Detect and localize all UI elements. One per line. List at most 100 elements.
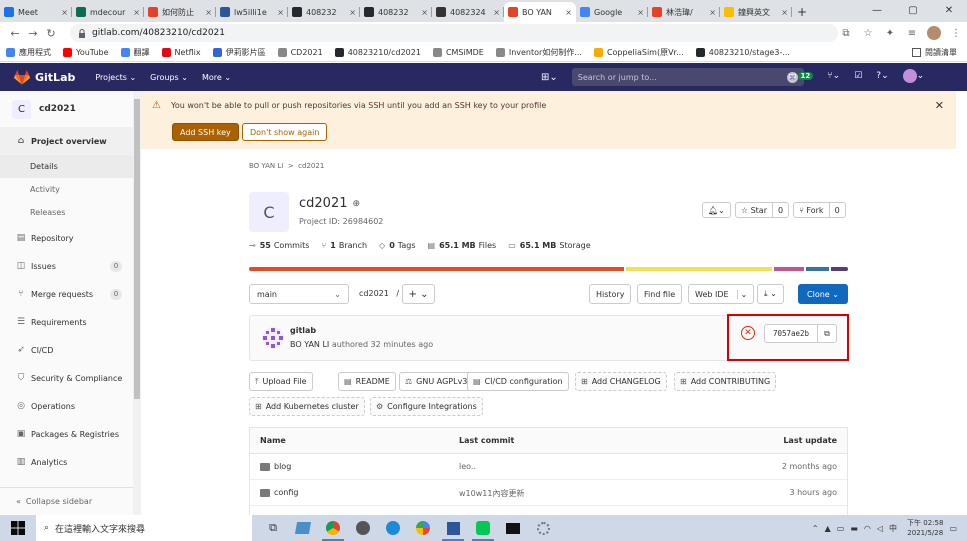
bookmark-item[interactable]: 翻譯 xyxy=(120,47,150,58)
close-tab-icon[interactable]: × xyxy=(781,8,788,17)
terminal-icon[interactable] xyxy=(498,515,528,541)
bookmark-item[interactable]: 40823210/stage3-... xyxy=(695,48,790,57)
fork-button[interactable]: ⑂ Fork 0 xyxy=(793,202,846,218)
file-last-commit[interactable]: w10w11內容更新 xyxy=(459,488,524,499)
bookmark-item[interactable]: 40823210/cd2021 xyxy=(334,48,421,57)
sidebar-scrollbar[interactable] xyxy=(133,91,141,515)
web-ide-button[interactable]: Web IDE ⌄ xyxy=(688,284,755,304)
nav-groups[interactable]: Groups ⌄ xyxy=(150,73,188,82)
close-tab-icon[interactable]: × xyxy=(709,8,716,17)
taskbar-app-icon[interactable] xyxy=(528,515,558,541)
taskbar-search[interactable]: ⌕ 在這裡輸入文字來搜尋 xyxy=(36,515,252,541)
bookmark-item[interactable]: CD2021 xyxy=(277,48,323,57)
chrome-icon[interactable] xyxy=(318,515,348,541)
add-kubernetes-cluster-button[interactable]: ⊞ Add Kubernetes cluster xyxy=(249,397,365,416)
word-icon[interactable] xyxy=(438,515,468,541)
issues-header-icon[interactable]: ▭ 12 xyxy=(788,71,814,81)
sidebar-item-security-compliance[interactable]: ⛉ Security & Compliance xyxy=(0,364,140,392)
sidebar-project[interactable]: C cd2021 xyxy=(0,91,140,127)
bookmark-item[interactable]: 應用程式 xyxy=(6,47,51,58)
sidebar-sub-activity[interactable]: Activity xyxy=(0,178,140,201)
close-tab-icon[interactable]: × xyxy=(205,8,212,17)
add-changelog-button[interactable]: ⊞ Add CHANGELOG xyxy=(575,372,667,391)
profile-avatar[interactable] xyxy=(923,24,945,42)
file-name-cell[interactable]: blog xyxy=(260,462,291,471)
browser-tab[interactable]: lw5illi1e × xyxy=(216,2,288,22)
find-file-button[interactable]: Find file xyxy=(637,284,683,304)
help-icon[interactable]: ?⌄ xyxy=(876,71,888,81)
sidebar-item-project-overview[interactable]: ⌂ Project overview xyxy=(0,127,140,155)
breadcrumb-owner[interactable]: BO YAN LI xyxy=(249,162,283,170)
new-plus-icon[interactable]: ⊞⌄ xyxy=(541,72,558,83)
close-tab-icon[interactable]: × xyxy=(277,8,284,17)
stat-storage[interactable]: ▭ 65.1 MB Storage xyxy=(508,241,590,250)
close-tab-icon[interactable]: × xyxy=(349,8,356,17)
translate-icon[interactable]: ⧉ xyxy=(835,24,857,42)
new-tab-icon[interactable]: + xyxy=(792,2,812,22)
upload-file-button[interactable]: ⤒ Upload File xyxy=(249,372,313,391)
bookmark-item[interactable]: CoppeliaSim(原Vr... xyxy=(593,47,684,58)
add-to-tree-button[interactable]: + ⌄ xyxy=(402,284,435,304)
network-icon[interactable]: ▭ xyxy=(837,524,845,533)
browser-tab[interactable]: BO YAN × xyxy=(504,2,576,22)
commit-author[interactable]: BO YAN LI xyxy=(290,340,329,349)
reading-list-icon[interactable]: ≡ xyxy=(901,24,923,42)
file-name-cell[interactable]: config xyxy=(260,488,298,497)
back-icon[interactable]: ← xyxy=(6,27,24,40)
collapse-sidebar-button[interactable]: « Collapse sidebar xyxy=(0,487,140,515)
address-bar[interactable]: gitlab.com/40823210/cd2021 xyxy=(70,24,838,42)
add-ssh-key-button[interactable]: Add SSH key xyxy=(172,123,239,141)
taskbar-app-icon[interactable] xyxy=(288,515,318,541)
path-root[interactable]: cd2021 xyxy=(359,289,389,298)
sidebar-item-packages-registries[interactable]: ▣ Packages & Registries xyxy=(0,420,140,448)
ime-icon[interactable]: 中 xyxy=(889,523,897,534)
close-tab-icon[interactable]: × xyxy=(637,8,644,17)
taskbar-clock[interactable]: 下午 02:58 2021/5/28 xyxy=(907,518,943,538)
language-segment[interactable] xyxy=(626,267,772,271)
stat-branch[interactable]: ⑂ 1 Branch xyxy=(321,241,367,250)
todo-icon[interactable]: ☑ xyxy=(854,71,862,81)
sidebar-item-merge-requests[interactable]: ⑂ Merge requests 0 xyxy=(0,280,140,308)
tray-chevron-icon[interactable]: ⌃ xyxy=(812,524,819,533)
nav-projects[interactable]: Projects ⌄ xyxy=(95,73,136,82)
bookmark-item[interactable]: 伊莉影片區 xyxy=(212,47,266,58)
maximize-icon[interactable]: ▢ xyxy=(895,0,931,20)
windows-start-icon[interactable] xyxy=(0,515,36,541)
task-view-icon[interactable]: ⧉ xyxy=(258,515,288,541)
table-row[interactable]: config w10w11內容更新 3 hours ago xyxy=(250,480,847,506)
close-window-icon[interactable]: ✕ xyxy=(931,0,967,20)
sidebar-item-issues[interactable]: ◫ Issues 0 xyxy=(0,252,140,280)
browser-tab[interactable]: mdecour × xyxy=(72,2,144,22)
bookmark-item[interactable]: Inventor如何制作... xyxy=(495,47,582,58)
reload-icon[interactable]: ↻ xyxy=(42,27,60,40)
dont-show-again-button[interactable]: Don't show again xyxy=(242,123,328,141)
bookmark-item[interactable]: Netflix xyxy=(161,48,201,57)
star-count[interactable]: 0 xyxy=(771,203,788,217)
bookmark-item[interactable]: CMSiMDE xyxy=(432,48,484,57)
language-segment[interactable] xyxy=(773,267,804,271)
browser-tab[interactable]: Meet × xyxy=(0,2,72,22)
close-tab-icon[interactable]: × xyxy=(133,8,140,17)
branch-select[interactable]: main ⌄ xyxy=(249,284,349,304)
gitlab-logo[interactable]: GitLab xyxy=(14,69,75,85)
browser-tab[interactable]: 408232 × xyxy=(288,2,360,22)
browser-menu-icon[interactable]: ⋮ xyxy=(945,24,967,42)
commit-author-avatar[interactable] xyxy=(261,326,285,350)
browser-tab[interactable]: 4082324 × xyxy=(432,2,504,22)
reading-list[interactable]: 閱讀清單 xyxy=(912,47,957,58)
browser-tab[interactable]: Google × xyxy=(576,2,648,22)
file-last-commit[interactable]: leo.. xyxy=(459,462,476,471)
close-tab-icon[interactable]: × xyxy=(421,8,428,17)
sidebar-item-analytics[interactable]: ▥ Analytics xyxy=(0,448,140,476)
breadcrumb-project[interactable]: cd2021 xyxy=(298,162,324,170)
readme-button[interactable]: ▤ README xyxy=(338,372,396,391)
merge-requests-header-icon[interactable]: ⑂⌄ xyxy=(827,71,840,81)
language-segment[interactable] xyxy=(805,267,830,271)
configure-integrations-button[interactable]: ⚙ Configure Integrations xyxy=(370,397,483,416)
sidebar-item-operations[interactable]: ◎ Operations xyxy=(0,392,140,420)
table-row[interactable]: blog leo.. 2 months ago xyxy=(250,454,847,480)
stat-tags[interactable]: ◇ 0 Tags xyxy=(379,241,415,250)
star-button[interactable]: ☆ Star 0 xyxy=(734,202,790,218)
bookmark-item[interactable]: YouTube xyxy=(63,48,109,57)
taskbar-app-icon[interactable] xyxy=(408,515,438,541)
